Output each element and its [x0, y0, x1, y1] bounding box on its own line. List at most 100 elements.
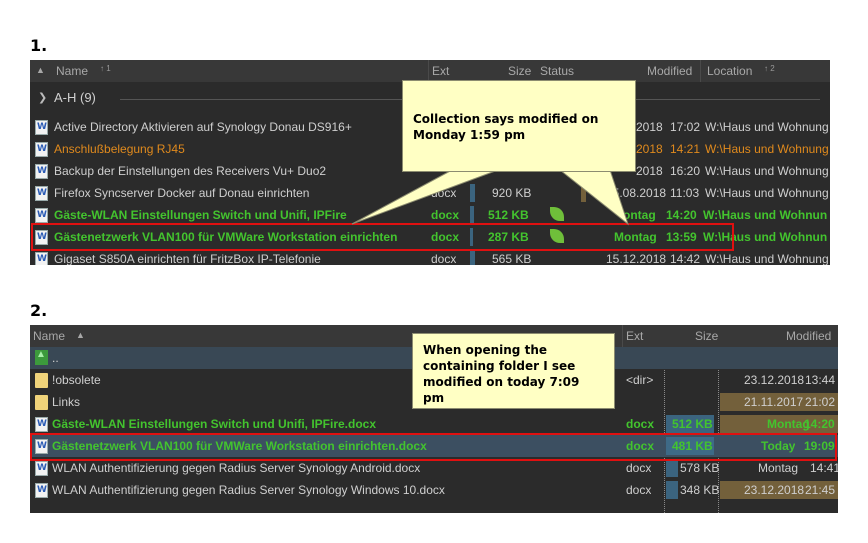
column-header-size[interactable]: Size: [695, 329, 718, 343]
column-header-location[interactable]: Location: [707, 64, 752, 78]
list-item-selected[interactable]: Gästenetzwerk VLAN100 für VMWare Worksta…: [30, 435, 838, 457]
parent-folder-icon: [35, 349, 48, 365]
modified-date: 15.12.2018: [606, 252, 667, 265]
file-ext: <dir>: [626, 373, 654, 387]
file-name: WLAN Authentifizierung gegen Radius Serv…: [52, 483, 445, 497]
word-document-icon: [35, 252, 48, 265]
file-location: W:\Haus und Wohnung: [705, 120, 829, 134]
column-header-name[interactable]: Name: [33, 329, 65, 343]
file-ext: docx: [626, 483, 652, 497]
file-name: Backup der Einstellungen des Receivers V…: [54, 164, 327, 178]
modified-date: 21.11.2017: [744, 395, 804, 409]
file-name: Gigaset S850A einrichten für FritzBox IP…: [54, 252, 321, 265]
modified-time: 14:20: [666, 208, 697, 222]
file-ext: docx: [431, 208, 460, 222]
file-ext: docx: [626, 417, 655, 431]
modified-date: 2018: [636, 142, 663, 156]
file-location: W:\Haus und Wohnun: [703, 230, 828, 244]
list-item[interactable]: Gigaset S850A einrichten für FritzBox IP…: [30, 248, 830, 265]
group-title: A-H (9): [54, 90, 96, 105]
file-location: W:\Haus und Wohnung: [705, 142, 829, 156]
sort-ascending-icon[interactable]: ▲: [76, 330, 85, 340]
file-name: Anschlußbelegung RJ45: [54, 142, 185, 156]
file-name: ..: [52, 351, 59, 365]
word-document-icon: [35, 208, 48, 223]
modified-date: 05.08.2018: [606, 186, 667, 200]
list-item[interactable]: Gäste-WLAN Einstellungen Switch und Unif…: [30, 204, 830, 226]
modified-time: 21:45: [805, 483, 836, 497]
file-size: 512 KB: [672, 417, 713, 431]
section-label-2: 2.: [30, 301, 48, 320]
chevron-down-icon[interactable]: ❯: [38, 91, 47, 104]
word-document-icon: [35, 164, 48, 179]
column-header-ext[interactable]: Ext: [626, 329, 643, 343]
file-location: W:\Haus und Wohnun: [703, 208, 828, 222]
file-ext: docx: [431, 186, 457, 200]
modified-date: 2018: [636, 120, 663, 134]
file-location: W:\Haus und Wohnung: [705, 252, 829, 265]
word-document-icon: [35, 120, 48, 135]
collapse-all-icon[interactable]: ▲: [36, 65, 45, 75]
section-label-1: 1.: [30, 36, 48, 55]
list-item[interactable]: WLAN Authentifizierung gegen Radius Serv…: [30, 479, 838, 501]
modified-time: 16:20: [670, 164, 701, 178]
modified-time: 11:03: [670, 186, 700, 200]
column-header-ext[interactable]: Ext: [432, 64, 449, 78]
file-name: Gäste-WLAN Einstellungen Switch und Unif…: [54, 208, 347, 222]
modified-time: 14:41: [810, 461, 838, 475]
word-document-icon: [35, 439, 48, 454]
column-header-size[interactable]: Size: [508, 64, 531, 78]
callout-text: When opening the: [423, 343, 547, 357]
file-name: Firefox Syncserver Docker auf Donau einr…: [54, 186, 310, 200]
word-document-icon: [35, 186, 48, 201]
file-name: Active Directory Aktivieren auf Synology…: [54, 120, 352, 134]
list-item[interactable]: Firefox Syncserver Docker auf Donau einr…: [30, 182, 830, 204]
modified-date: Today: [761, 439, 796, 453]
modified-date: 2018: [636, 164, 663, 178]
column-header-name[interactable]: Name: [56, 64, 88, 78]
column-header-status[interactable]: Status: [540, 64, 574, 78]
file-ext: docx: [626, 461, 652, 475]
column-divider[interactable]: [622, 325, 623, 347]
modified-time: 13:59: [666, 230, 697, 244]
callout-text: modified on today 7:09 pm: [423, 375, 580, 405]
file-name: !obsolete: [52, 373, 101, 387]
folder-icon: [35, 395, 48, 410]
column-divider[interactable]: [428, 60, 429, 82]
file-ext: docx: [431, 252, 457, 265]
column-header-modified[interactable]: Modified: [786, 329, 831, 343]
file-name: WLAN Authentifizierung gegen Radius Serv…: [52, 461, 421, 475]
modified-time: 14:21: [670, 142, 701, 156]
modified-time: 14:20: [804, 417, 835, 431]
column-header-modified[interactable]: Modified: [647, 64, 692, 78]
callout-text: containing folder I see: [423, 359, 576, 373]
file-name: Links: [52, 395, 81, 409]
date-bar: [581, 184, 586, 202]
column-divider[interactable]: [700, 60, 701, 82]
list-item[interactable]: Gästenetzwerk VLAN100 für VMWare Worksta…: [30, 226, 830, 248]
file-location: W:\Haus und Wohnung: [705, 164, 829, 178]
list-item[interactable]: WLAN Authentifizierung gegen Radius Serv…: [30, 457, 838, 479]
size-bar: [470, 184, 475, 202]
word-document-icon: [35, 461, 48, 476]
file-size: 920 KB: [492, 186, 532, 200]
file-name: Gästenetzwerk VLAN100 für VMWare Worksta…: [52, 439, 427, 453]
file-size: 578 KB: [680, 461, 720, 475]
modified-time: 19:09: [804, 439, 835, 453]
size-bar: [666, 481, 678, 499]
column-header-bar: ▲ Name ↑ 1 Ext Size Status Modified Loca…: [30, 60, 830, 82]
size-bar: [470, 250, 475, 265]
file-size: 512 KB: [488, 208, 529, 222]
word-document-icon: [35, 483, 48, 498]
list-item[interactable]: Gäste-WLAN Einstellungen Switch und Unif…: [30, 413, 838, 435]
sort-order-icon: ↑ 1: [100, 64, 111, 73]
modified-date: 23.12.2018: [744, 483, 805, 497]
file-ext: docx: [626, 439, 655, 453]
callout-note-2: When opening the containing folder I see…: [412, 333, 615, 409]
word-document-icon: [35, 142, 48, 157]
modified-time: 21:02: [805, 395, 836, 409]
callout-text: Monday 1:59 pm: [413, 128, 526, 142]
callout-note-1: Collection says modified on Monday 1:59 …: [402, 80, 636, 172]
file-ext: docx: [431, 230, 460, 244]
modified-date: Montag: [758, 461, 799, 475]
